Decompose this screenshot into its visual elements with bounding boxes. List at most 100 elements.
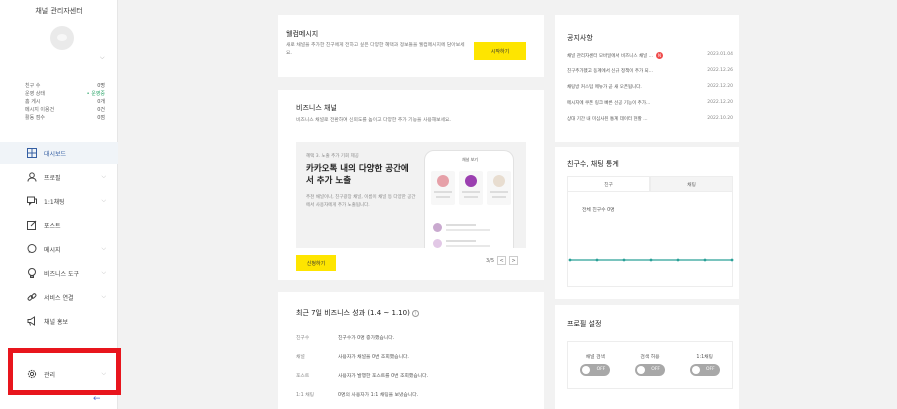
perf-row: 1:1 채팅 0명의 사용자가 1:1 채팅을 보냈습니다. [296, 391, 418, 398]
notice-text: 상대 기간 내 미심사된 통계 데이터 현황 ... [567, 117, 648, 122]
tab-friends[interactable]: 친구 [567, 176, 650, 192]
sidebar-item-business-tools[interactable]: 비즈니스 도구 ⌵ [0, 262, 118, 284]
perf-key: 포스트 [296, 374, 310, 379]
channel-search-toggle[interactable]: OFF [580, 364, 611, 376]
pager-count: 3/5 [486, 257, 495, 264]
data-point [676, 258, 680, 262]
stat-label: 친구 수 [25, 83, 41, 89]
chevron-down-icon[interactable]: ⌵ [100, 54, 105, 62]
phone-title: 채널 보기 [462, 157, 478, 162]
mock-list-row [433, 223, 507, 233]
sidebar-item-label: 포스트 [44, 222, 61, 230]
notice-item[interactable]: 채널 관리자센터 모바일에서 비즈니스 채널 ... N 2023.01.04 [567, 52, 733, 59]
megaphone-icon [26, 315, 38, 327]
chat-icon [26, 195, 38, 207]
highlight-annotation [8, 348, 121, 395]
perf-key: 1:1 채팅 [296, 393, 315, 398]
mock-tile [431, 171, 455, 205]
sidebar-item-chat[interactable]: 1:1채팅 ⌵ [0, 190, 118, 212]
chat-toggle[interactable]: OFF [689, 364, 720, 376]
post-icon [26, 219, 38, 231]
toggle-label: 채널 검색 [585, 355, 605, 360]
stat-label: 운영 상태 [25, 91, 45, 97]
notice-text: 채팅방 커스텀 메뉴가 곧 새 오픈됩니다. [567, 85, 642, 90]
channel-stats: 친구 수 0명 운영 상태 • 운영중 홈 게시 0개 메시지 이용건 0건 활동 점수… [25, 82, 105, 122]
card-title: 최근 7일 비즈니스 성과 (1.4 ~ 1.10)? [296, 308, 419, 318]
search-allow-toggle[interactable]: OFF [635, 364, 665, 376]
card-description: 새로 채널을 추가한 친구에게 전하고 싶은 다양한 혜택과 정보들을 웰컴메시… [286, 43, 465, 56]
sidebar-item-label: 비즈니스 도구 [44, 270, 80, 278]
data-point [568, 258, 572, 262]
sidebar-item-label: 채널 홍보 [44, 318, 68, 326]
data-point [622, 258, 626, 262]
sidebar-item-label: 1:1채팅 [44, 198, 65, 206]
profile-icon [26, 171, 38, 183]
perf-value: 친구수가 0명 증가했습니다. [338, 336, 395, 341]
perf-key: 채널 [296, 355, 305, 360]
perf-value: 0명의 사용자가 1:1 채팅을 보냈습니다. [338, 393, 419, 398]
promo-headline: 카카오톡 내의 다양한 공간에서 추가 노출 [306, 164, 409, 186]
toggle-label: 검색 허용 [640, 355, 660, 360]
card-description: 비즈니스 채널로 전환하여 신뢰도를 높이고 다양한 추가 기능을 사용해보세요… [296, 118, 451, 123]
prev-button[interactable]: < [497, 256, 507, 265]
stat-row: 활동 점수 0점 [25, 114, 105, 122]
collapse-sidebar-icon[interactable]: ← [93, 394, 101, 404]
notice-date: 2022.10.20 [707, 116, 733, 121]
phone-mockup-image: 채널 보기 [424, 150, 514, 248]
stats-tabs: 친구 채팅 [567, 176, 733, 192]
notice-item[interactable]: 채팅방 커스텀 메뉴가 곧 새 오픈됩니다. 2022.12.20 [567, 84, 733, 90]
promo-banner: 혜택 3. 노출 추가 기회 제공 카카오톡 내의 다양한 공간에서 추가 노출… [296, 142, 526, 248]
new-badge: N [655, 52, 663, 59]
perf-row: 친구수 친구수가 0명 증가했습니다. [296, 334, 394, 341]
mock-list-row [433, 239, 507, 248]
perf-title-text: 최근 7일 비즈니스 성과 (1.4 ~ 1.10) [296, 309, 410, 317]
toggle-state: OFF [651, 367, 660, 372]
toggle-label: 1:1채팅 [696, 355, 713, 360]
channel-avatar[interactable] [50, 26, 74, 50]
start-button[interactable]: 시작하기 [474, 42, 526, 60]
data-point [703, 258, 707, 262]
notice-item[interactable]: 메시지에 쿠폰 링크 빠른 선공 기능이 추가... 2022.12.20 [567, 100, 733, 106]
sidebar-item-post[interactable]: 포스트 [0, 214, 118, 236]
stat-label: 메시지 이용건 [25, 107, 55, 113]
notice-item[interactable]: 상대 기간 내 미심사된 통계 데이터 현황 ... 2022.10.20 [567, 116, 733, 122]
card-title: 프로필 설정 [567, 320, 602, 328]
carousel-pager: 3/5 < > [486, 256, 519, 265]
perf-row: 채널 사용자가 채널을 0번 조회했습니다. [296, 353, 409, 360]
sidebar-item-service-link[interactable]: 서비스 연결 ⌵ [0, 286, 118, 308]
stat-row: 친구 수 0명 [25, 82, 105, 90]
stat-value: 0명 [97, 83, 105, 89]
apply-button[interactable]: 신청하기 [296, 255, 336, 271]
data-point [730, 258, 734, 262]
mock-tile [459, 171, 483, 205]
notice-item[interactable]: 친구추가했고 동계에서 신규 정책이 추가 되... 2022.12.26 [567, 68, 733, 74]
tab-chat[interactable]: 채팅 [650, 176, 733, 192]
data-point [649, 258, 653, 262]
profile-settings-card: 프로필 설정 채널 검색 OFF 검색 허용 OFF 1:1채팅 OFF [555, 305, 739, 409]
sidebar-item-label: 대시보드 [44, 150, 67, 158]
stat-value: 0점 [97, 115, 105, 121]
chevron-down-icon: ⌵ [101, 245, 106, 252]
sidebar-item-profile[interactable]: 프로필 ⌵ [0, 166, 118, 188]
data-point [595, 258, 599, 262]
info-icon[interactable]: ? [411, 309, 419, 317]
sidebar-item-label: 메시지 [44, 246, 61, 254]
notice-text: 친구추가했고 동계에서 신규 정책이 추가 되... [567, 69, 653, 74]
sidebar-item-channel-promo[interactable]: 채널 홍보 [0, 310, 118, 332]
business-performance-card: 최근 7일 비즈니스 성과 (1.4 ~ 1.10)? 친구수 친구수가 0명 증… [278, 292, 544, 409]
line-chart [568, 258, 734, 262]
stat-value: 0건 [97, 107, 105, 113]
perf-value: 사용자가 발행한 포스트를 0번 조회했습니다. [338, 374, 429, 379]
promo-subtext: 추천 채널이나, 친구광장 채널, 이름이 채널 등 다양한 공간에서 사용자에… [306, 195, 416, 208]
sidebar-title: 채널 관리자센터 [35, 7, 83, 15]
notice-text: 메시지에 쿠폰 링크 빠른 선공 기능이 추가... [567, 101, 651, 106]
stat-label: 홈 게시 [25, 99, 41, 105]
sidebar-item-dashboard[interactable]: 대시보드 [0, 142, 118, 164]
card-title: 비즈니스 채널 [296, 104, 337, 112]
notice-date: 2022.12.20 [707, 100, 733, 105]
sidebar-item-message[interactable]: 메시지 ⌵ [0, 238, 118, 260]
next-button[interactable]: > [509, 256, 519, 265]
card-title: 친구수, 채팅 통계 [567, 160, 619, 168]
chevron-down-icon: ⌵ [101, 197, 106, 204]
perf-row: 포스트 사용자가 발행한 포스트를 0번 조회했습니다. [296, 372, 428, 379]
